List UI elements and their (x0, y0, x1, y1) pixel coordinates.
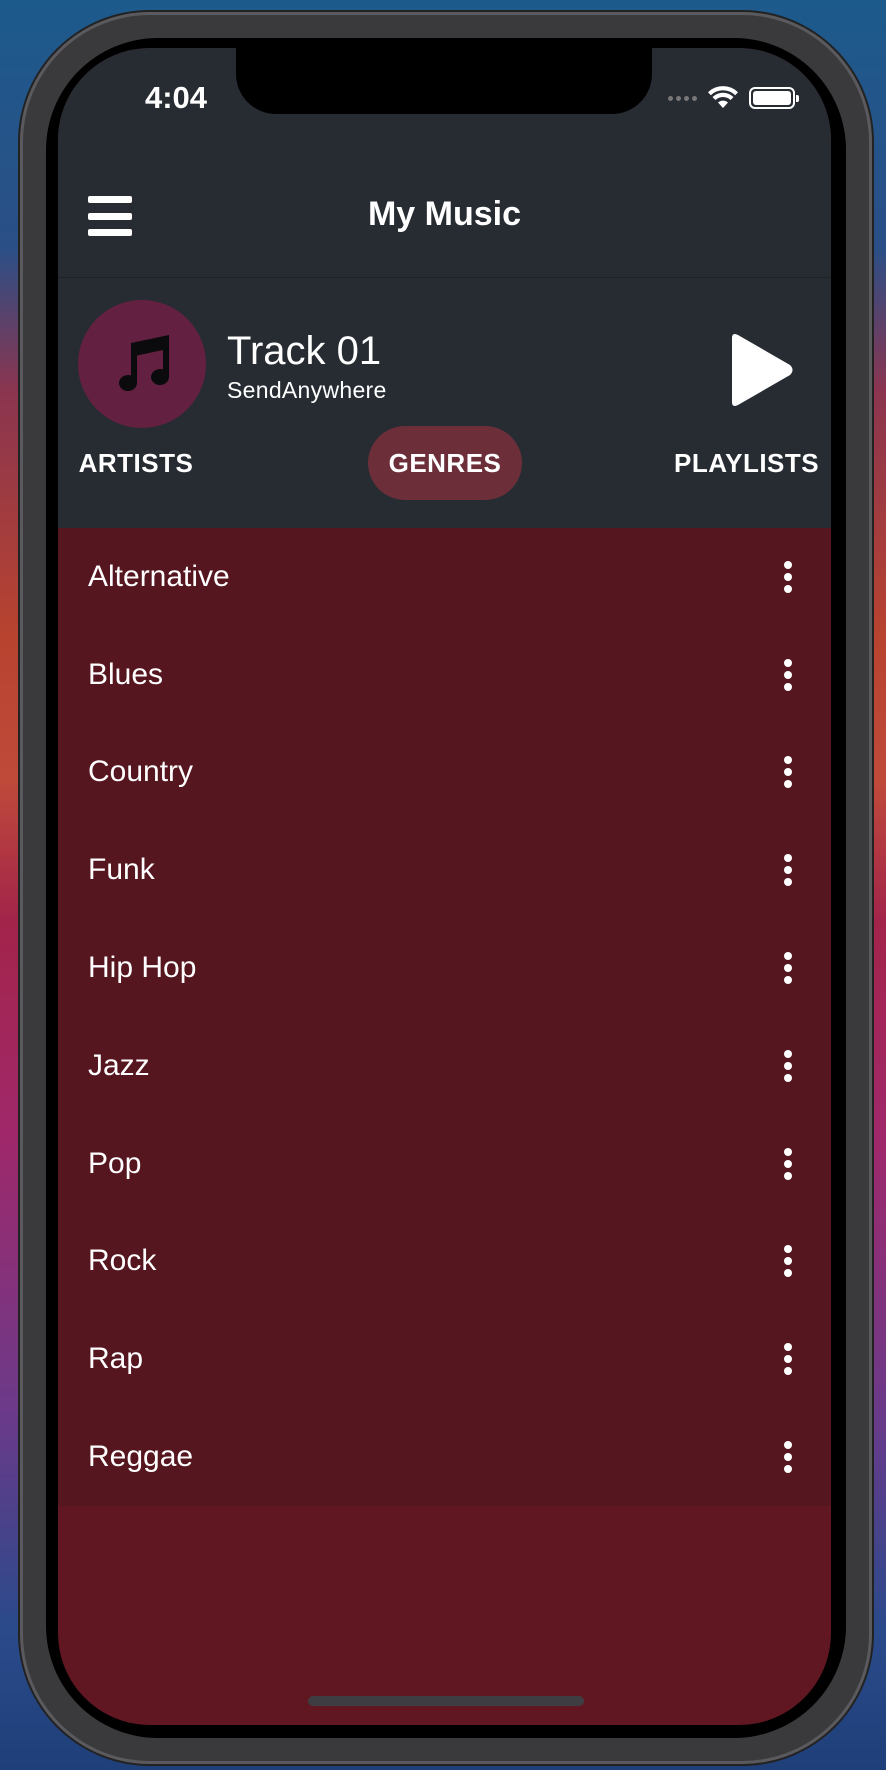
more-vertical-icon[interactable] (778, 1049, 798, 1082)
status-icons (668, 86, 799, 110)
album-art[interactable] (78, 300, 206, 428)
list-item[interactable]: Pop (58, 1115, 831, 1213)
now-playing-artist: SendAnywhere (227, 377, 387, 403)
genre-label: Hip Hop (88, 951, 197, 985)
list-item[interactable]: Alternative (58, 528, 831, 626)
genre-label: Rock (88, 1244, 157, 1278)
genre-label: Alternative (88, 559, 230, 593)
list-item[interactable]: Funk (58, 821, 831, 919)
genre-label: Rap (88, 1342, 144, 1376)
now-playing-track-title: Track 01 (227, 329, 382, 373)
list-item[interactable]: Rock (58, 1213, 831, 1311)
battery-icon (749, 87, 799, 109)
home-indicator[interactable] (308, 1696, 584, 1706)
more-vertical-icon[interactable] (778, 560, 798, 593)
list-item[interactable]: Hip Hop (58, 919, 831, 1017)
list-item[interactable]: Country (58, 724, 831, 822)
more-vertical-icon[interactable] (778, 658, 798, 691)
list-item[interactable]: Rap (58, 1310, 831, 1408)
device-notch (236, 48, 652, 114)
category-tabs: ARTISTS GENRES PLAYLISTS (58, 426, 831, 510)
genre-label: Jazz (88, 1048, 150, 1082)
more-vertical-icon[interactable] (778, 1147, 798, 1180)
list-item[interactable]: Jazz (58, 1017, 831, 1115)
tab-playlists[interactable]: PLAYLISTS (674, 426, 831, 500)
genre-list: Alternative Blues Country Funk Hip Hop J… (58, 528, 831, 1506)
more-vertical-icon[interactable] (778, 756, 798, 789)
list-item[interactable]: Reggae (58, 1408, 831, 1506)
more-vertical-icon[interactable] (778, 1245, 798, 1278)
app-header: My Music (58, 160, 831, 278)
play-icon[interactable] (724, 332, 796, 408)
music-note-icon (119, 335, 170, 392)
wifi-icon (708, 86, 738, 108)
genre-label: Blues (88, 657, 164, 691)
genre-label: Reggae (88, 1440, 194, 1474)
app-screen: 4:04 My Music Track 01 SendAnywhere ARTI (58, 48, 831, 1725)
more-vertical-icon[interactable] (778, 952, 798, 985)
now-playing-bar: Track 01 SendAnywhere (58, 280, 831, 428)
more-vertical-icon[interactable] (778, 854, 798, 887)
genre-label: Funk (88, 853, 155, 887)
cellular-signal-icon (668, 95, 697, 101)
tab-artists[interactable]: ARTISTS (74, 426, 198, 500)
page-title: My Music (367, 195, 522, 233)
more-vertical-icon[interactable] (778, 1343, 798, 1376)
status-time: 4:04 (144, 80, 208, 115)
more-vertical-icon[interactable] (778, 1441, 798, 1474)
list-item[interactable]: Blues (58, 626, 831, 724)
genre-label: Pop (88, 1146, 142, 1180)
tab-genres[interactable]: GENRES (368, 426, 522, 500)
genre-label: Country (88, 755, 194, 789)
